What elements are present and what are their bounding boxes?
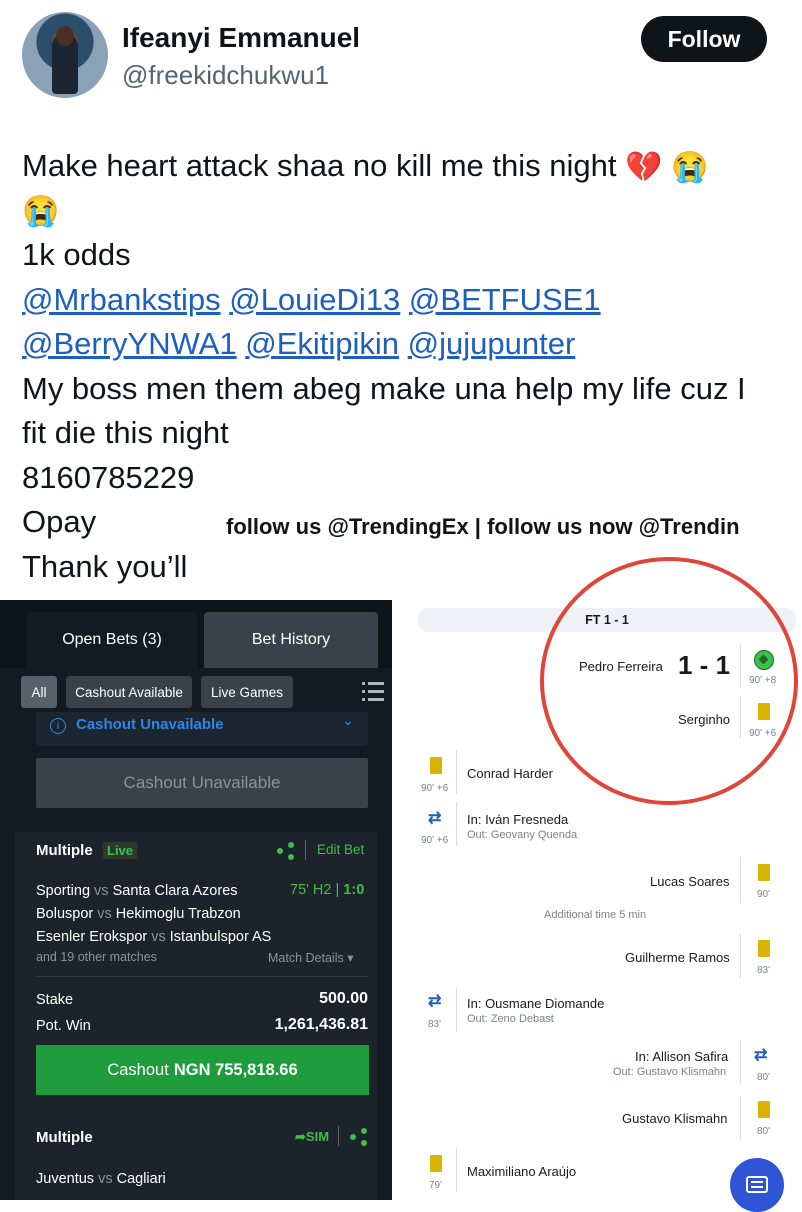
filter-cashout-available[interactable]: Cashout Available bbox=[66, 676, 192, 708]
separator bbox=[338, 1126, 339, 1146]
cashout-info-row[interactable]: i Cashout Unavailable ⌄ bbox=[36, 712, 368, 746]
follow-button[interactable]: Follow bbox=[641, 16, 767, 62]
timeline-divider bbox=[740, 858, 741, 902]
share-icon[interactable] bbox=[350, 1128, 368, 1146]
mention-link[interactable]: @Ekitipikin bbox=[245, 326, 399, 361]
sim-button[interactable]: ➦SIM bbox=[295, 1129, 329, 1145]
tweet-line-1: Make heart attack shaa no kill me this n… bbox=[22, 148, 617, 183]
avatar[interactable] bbox=[22, 12, 108, 98]
filter-live-games[interactable]: Live Games bbox=[201, 676, 293, 708]
tweet-line-7: fit die this night bbox=[22, 415, 229, 450]
mention-link[interactable]: @LouieDi13 bbox=[229, 282, 400, 317]
arrow-icon: ➦ bbox=[295, 1129, 306, 1144]
crying-face-icon: 😭 bbox=[22, 195, 60, 229]
edit-bet-link[interactable]: Edit Bet bbox=[317, 842, 364, 857]
event-minute: 80' bbox=[757, 1072, 771, 1083]
match-row[interactable]: Esenler Erokspor vs Istanbulspor AS bbox=[36, 929, 271, 945]
event-minute: 83' bbox=[428, 1019, 442, 1030]
live-score: 75' H2 | 1:0 bbox=[290, 882, 365, 898]
betslip-tabs: Open Bets (3) Bet History bbox=[0, 600, 392, 668]
bet-type-title: Multiple bbox=[36, 1129, 93, 1146]
event-minute: 83' bbox=[757, 965, 771, 976]
event-player[interactable]: Guilherme Ramos bbox=[625, 950, 730, 965]
author-name[interactable]: Ifeanyi Emmanuel bbox=[122, 22, 360, 54]
timeline-divider bbox=[456, 988, 457, 1032]
mention-link[interactable]: @BETFUSE1 bbox=[409, 282, 601, 317]
tweet-line-odds: 1k odds bbox=[22, 237, 131, 272]
event-player[interactable]: Maximiliano Araújo bbox=[467, 1164, 576, 1179]
yellow-card-icon bbox=[430, 757, 442, 774]
crying-face-icon: 😭 bbox=[671, 150, 709, 184]
event-sub-out: Out: Gustavo Klismahn bbox=[613, 1066, 727, 1078]
other-matches-text: and 19 other matches bbox=[36, 950, 157, 964]
panel-gap bbox=[392, 600, 410, 1200]
yellow-card-icon bbox=[758, 864, 770, 881]
cashout-unavailable-button[interactable]: Cashout Unavailable bbox=[36, 758, 368, 808]
watermark-text: follow us @TrendingEx | follow us now @T… bbox=[226, 514, 740, 539]
event-player[interactable]: Lucas Soares bbox=[650, 874, 730, 889]
bet-card: Multiple ➦SIM Juventus vs Cagliari bbox=[15, 1120, 377, 1200]
divider bbox=[36, 976, 368, 977]
timeline-divider bbox=[456, 1148, 457, 1192]
stake-label: Stake bbox=[36, 992, 74, 1008]
yellow-card-icon bbox=[758, 1101, 770, 1118]
tweet-line-6: My boss men them abeg make una help my l… bbox=[22, 370, 746, 406]
betslip-panel: Open Bets (3) Bet History All Cashout Av… bbox=[0, 600, 392, 1200]
event-player[interactable]: In: Allison Safira bbox=[635, 1049, 728, 1064]
mention-link[interactable]: @BerryYNWA1 bbox=[22, 326, 237, 361]
event-sub-out: Out: Zeno Debast bbox=[467, 1013, 554, 1025]
event-minute: 80' bbox=[757, 1126, 771, 1137]
match-details-toggle[interactable]: Match Details ▾ bbox=[268, 950, 354, 965]
mention-link[interactable]: @Mrbankstips bbox=[22, 282, 221, 317]
broken-heart-icon: 💔 bbox=[625, 150, 663, 184]
timeline-divider bbox=[740, 1040, 741, 1084]
separator bbox=[305, 840, 306, 860]
event-player[interactable]: Conrad Harder bbox=[467, 766, 553, 781]
event-minute: 79' bbox=[429, 1180, 443, 1191]
pot-win-label: Pot. Win bbox=[36, 1018, 91, 1034]
mention-link[interactable]: @jujupunter bbox=[408, 326, 576, 361]
highlight-circle bbox=[540, 557, 798, 805]
event-minute: 90' bbox=[757, 889, 771, 900]
substitution-icon: ⇄ bbox=[428, 810, 442, 827]
caret-down-icon: ▾ bbox=[347, 951, 354, 965]
timeline-divider bbox=[456, 802, 457, 846]
event-player[interactable]: In: Ousmane Diomande bbox=[467, 996, 604, 1011]
info-icon: i bbox=[50, 718, 66, 734]
match-row[interactable]: Boluspor vs Hekimoglu Trabzon bbox=[36, 906, 241, 922]
yellow-card-icon bbox=[758, 940, 770, 957]
filter-all[interactable]: All bbox=[21, 676, 57, 708]
timeline-divider bbox=[740, 934, 741, 978]
event-minute: 90' +6 bbox=[421, 783, 449, 794]
match-row[interactable]: Sporting vs Santa Clara Azores bbox=[36, 883, 238, 899]
event-sub-out: Out: Geovany Quenda bbox=[467, 829, 578, 841]
tweet-line-phone: 8160785229 bbox=[22, 459, 195, 495]
timeline-divider bbox=[456, 750, 457, 794]
substitution-icon: ⇄ bbox=[428, 993, 442, 1010]
cashout-button[interactable]: Cashout NGN 755,818.66 bbox=[36, 1045, 369, 1095]
list-menu-icon[interactable] bbox=[362, 682, 384, 702]
live-badge: Live bbox=[103, 842, 138, 859]
additional-time-text: Additional time 5 min bbox=[544, 909, 647, 921]
share-icon[interactable] bbox=[277, 842, 295, 860]
pot-win-value: 1,261,436.81 bbox=[274, 1016, 368, 1033]
event-player[interactable]: In: Iván Fresneda bbox=[467, 812, 568, 827]
chevron-down-icon[interactable]: ⌄ bbox=[342, 712, 354, 729]
timeline-divider bbox=[740, 1096, 741, 1140]
tab-bet-history[interactable]: Bet History bbox=[204, 612, 378, 668]
cashout-info-text: Cashout Unavailable bbox=[76, 716, 224, 733]
stake-value: 500.00 bbox=[319, 990, 368, 1007]
event-player[interactable]: Gustavo Klismahn bbox=[622, 1111, 728, 1126]
match-row[interactable]: Juventus vs Cagliari bbox=[36, 1171, 166, 1187]
tab-open-bets[interactable]: Open Bets (3) bbox=[26, 612, 198, 668]
chat-icon[interactable] bbox=[730, 1158, 784, 1212]
event-minute: 90' +6 bbox=[421, 835, 449, 846]
substitution-icon: ⇄ bbox=[754, 1047, 768, 1064]
author-handle[interactable]: @freekidchukwu1 bbox=[122, 60, 329, 91]
yellow-card-icon bbox=[430, 1155, 442, 1172]
bet-type-title: Multiple bbox=[36, 842, 93, 859]
